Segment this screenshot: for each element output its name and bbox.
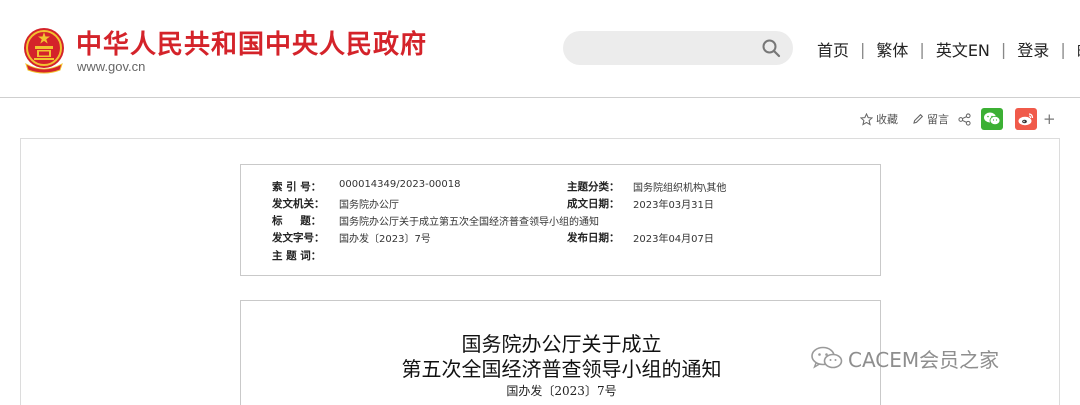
favorite-button[interactable]: 收藏 <box>860 111 898 127</box>
site-url[interactable]: www.gov.cn <box>77 59 145 74</box>
index-no-label: 索 引 号： <box>272 181 322 193</box>
weibo-icon <box>1018 113 1034 126</box>
wechat-share-button[interactable] <box>981 108 1003 130</box>
published-date-label: 发布日期： <box>567 232 620 244</box>
nav-separator: | <box>1060 39 1066 59</box>
document-body: 国务院办公厅关于成立 第五次全国经济普查领导小组的通知 国办发〔2023〕7号 <box>240 300 881 405</box>
doc-no-label: 发文字号： <box>272 232 325 244</box>
watermark: CACEM会员之家 <box>810 343 999 373</box>
nav-separator: | <box>860 39 866 59</box>
title-value: 国务院办公厅关于成立第五次全国经济普查领导小组的通知 <box>339 217 599 228</box>
created-date-label: 成文日期： <box>567 198 620 210</box>
site-header: 中华人民共和国中央人民政府 www.gov.cn 首页 | 繁体 | 英文EN … <box>0 0 1080 98</box>
category-label: 主题分类： <box>567 181 620 193</box>
nav-separator: | <box>919 39 925 59</box>
wechat-icon <box>984 112 1001 126</box>
search-box <box>563 31 793 65</box>
top-nav: 首页 | 繁体 | 英文EN | 登录 | 邮 <box>817 37 1080 61</box>
nav-separator: | <box>1000 39 1007 59</box>
index-no-value: 000014349/2023-00018 <box>339 179 461 190</box>
comment-label: 留言 <box>927 113 949 126</box>
category-value: 国务院组织机构\其他 <box>633 183 727 194</box>
nav-english[interactable]: 英文EN <box>936 37 990 61</box>
nav-login[interactable]: 登录 <box>1017 37 1049 61</box>
doc-no-value: 国办发〔2023〕7号 <box>339 234 431 245</box>
title-label: 标 题： <box>272 215 322 227</box>
watermark-text: CACEM会员之家 <box>848 347 1000 372</box>
wechat-watermark-icon <box>811 346 843 369</box>
nav-home[interactable]: 首页 <box>817 37 849 61</box>
share-bar: 收藏 留言 + <box>860 106 1056 132</box>
plus-icon[interactable]: + <box>1043 110 1056 128</box>
favorite-label: 收藏 <box>876 113 898 126</box>
nav-traditional[interactable]: 繁体 <box>876 37 908 61</box>
pencil-icon <box>913 113 924 124</box>
share-icon[interactable] <box>958 112 971 126</box>
issuer-label: 发文机关： <box>272 198 325 210</box>
search-input[interactable] <box>579 38 754 58</box>
keywords-label: 主 题 词： <box>272 250 322 262</box>
search-icon[interactable] <box>761 38 781 58</box>
weibo-share-button[interactable] <box>1015 108 1037 130</box>
published-date-value: 2023年04月07日 <box>633 234 714 245</box>
comment-button[interactable]: 留言 <box>912 111 949 127</box>
issuer-value: 国务院办公厅 <box>339 200 399 211</box>
site-name[interactable]: 中华人民共和国中央人民政府 <box>76 24 427 61</box>
national-emblem-icon[interactable] <box>22 26 66 74</box>
document-number: 国办发〔2023〕7号 <box>506 384 617 398</box>
document-title-line2: 第五次全国经济普查领导小组的通知 <box>401 357 722 381</box>
document-info-table: 索 引 号： 000014349/2023-00018 主题分类： 国务院组织机… <box>240 164 881 276</box>
created-date-value: 2023年03月31日 <box>633 200 714 211</box>
star-icon <box>860 112 873 126</box>
